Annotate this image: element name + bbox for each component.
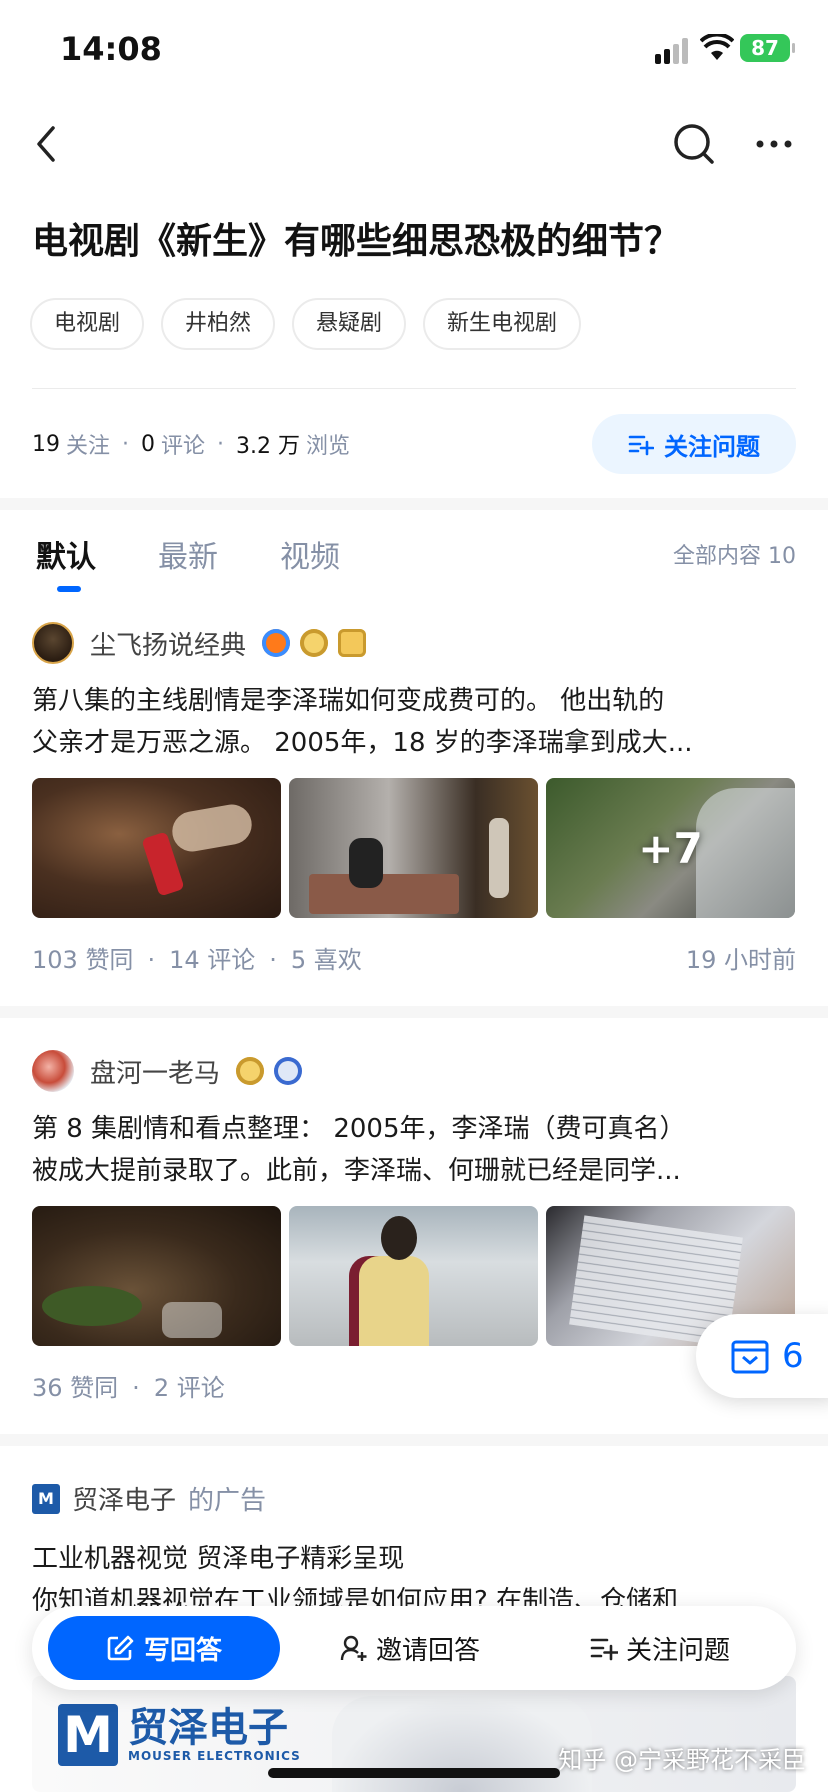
- excerpt-line: 被成大提前录取了。此前，李泽瑞、何珊就已经是同学...: [32, 1156, 681, 1186]
- excerpt-line: 父亲才是万恶之源。 2005年，18 岁的李泽瑞拿到成大...: [32, 728, 693, 758]
- answer-comments: 2 评论: [153, 1374, 225, 1402]
- answer-likes: 36 赞同: [32, 1374, 119, 1402]
- advertiser-logo: M: [32, 1483, 60, 1514]
- floating-count: 6: [782, 1336, 804, 1376]
- bottom-follow-label: 关注问题: [626, 1635, 731, 1666]
- more-images-count: +7: [638, 823, 703, 873]
- answer-image[interactable]: [32, 778, 281, 918]
- comments-label: 评论: [161, 434, 206, 459]
- answer-meta: 36 赞同 · 2 评论: [32, 1374, 225, 1402]
- answer-image[interactable]: [289, 1206, 538, 1346]
- followers-label: 关注: [66, 434, 111, 459]
- tab-video[interactable]: 视频: [280, 532, 340, 576]
- avatar[interactable]: [32, 622, 74, 664]
- views-label: 浏览: [306, 434, 351, 459]
- answer-comments: 14 评论: [169, 946, 256, 974]
- tab-latest[interactable]: 最新: [158, 532, 218, 576]
- floating-collapse-button[interactable]: 6: [696, 1314, 828, 1398]
- section-separator: [0, 1434, 828, 1446]
- answer-author[interactable]: 盘河一老马: [32, 1050, 303, 1092]
- section-separator: [0, 498, 828, 510]
- advertiser-name[interactable]: 贸泽电子: [72, 1480, 176, 1517]
- topic-tag[interactable]: 井柏然: [161, 298, 276, 350]
- tab-default[interactable]: 默认: [36, 532, 96, 576]
- edit-icon: [107, 1635, 134, 1661]
- battery-indicator: 87: [740, 34, 795, 62]
- follow-add-icon: [628, 435, 654, 456]
- honor-badge-icon: [338, 629, 367, 657]
- divider: [32, 388, 796, 389]
- bottom-follow-button[interactable]: 关注问题: [590, 1606, 730, 1690]
- write-answer-label: 写回答: [143, 1635, 222, 1666]
- answer-likes: 103 赞同: [32, 946, 134, 974]
- ad-title[interactable]: 工业机器视觉 贸泽电子精彩呈现: [32, 1538, 404, 1575]
- excerpt-line: 第 8 集剧情和看点整理： 2005年，李泽瑞（费可真名）: [32, 1114, 686, 1144]
- level-badge-icon: [236, 1057, 265, 1085]
- total-content-count[interactable]: 全部内容 10: [673, 538, 796, 570]
- excerpt-line: 第八集的主线剧情是李泽瑞如何变成费可的。 他出轨的: [32, 686, 665, 716]
- more-icon[interactable]: [748, 118, 800, 170]
- section-separator: [0, 1006, 828, 1018]
- invite-answer-label: 邀请回答: [376, 1635, 481, 1666]
- answer-time: 19 小时前: [685, 946, 796, 974]
- answer-images: +7: [32, 778, 796, 918]
- answer-author[interactable]: 尘飞扬说经典: [32, 622, 367, 664]
- answer-image[interactable]: [289, 778, 538, 918]
- level-badge-icon: [300, 629, 329, 657]
- comments-count: 0: [141, 431, 156, 457]
- ad-header[interactable]: M 贸泽电子 的广告: [32, 1480, 266, 1517]
- follow-question-label: 关注问题: [664, 432, 760, 461]
- mouser-logo: M 贸泽电子 MOUSER ELECTRONICS: [58, 1704, 301, 1766]
- question-stats: 19 关注 · 0 评论 · 3.2 万 浏览: [32, 428, 350, 460]
- write-answer-button[interactable]: 写回答: [48, 1616, 280, 1680]
- question-tags: 电视剧 井柏然 悬疑剧 新生电视剧: [30, 298, 582, 350]
- answer-image[interactable]: [32, 1206, 281, 1346]
- followers-count: 19: [32, 431, 60, 457]
- banner-mark: M: [58, 1704, 118, 1766]
- top-nav: [0, 100, 828, 184]
- avatar[interactable]: [32, 1050, 74, 1092]
- banner-sub: MOUSER ELECTRONICS: [128, 1749, 301, 1763]
- banner-name: 贸泽电子: [128, 1705, 288, 1751]
- invite-answer-button[interactable]: 邀请回答: [340, 1606, 480, 1690]
- status-time: 14:08: [60, 30, 162, 68]
- topic-tag[interactable]: 电视剧: [30, 298, 145, 350]
- author-name[interactable]: 尘飞扬说经典: [90, 625, 246, 662]
- invite-user-icon: [340, 1635, 367, 1661]
- member-badge-icon: [274, 1057, 303, 1085]
- back-icon[interactable]: [20, 118, 72, 170]
- ad-label: 的广告: [188, 1486, 267, 1516]
- follow-question-button[interactable]: 关注问题: [592, 414, 796, 474]
- topic-tag[interactable]: 悬疑剧: [292, 298, 407, 350]
- answer-excerpt[interactable]: 第八集的主线剧情是李泽瑞如何变成费可的。 他出轨的 父亲才是万恶之源。 2005…: [32, 680, 796, 764]
- answer-image[interactable]: +7: [546, 778, 795, 918]
- page: 14:08 87 电视剧《新生》有哪些细思恐极的细节？ 电视剧 井柏然 悬疑剧 …: [0, 0, 828, 1792]
- active-tab-indicator: [57, 586, 81, 592]
- cellular-signal-icon: [655, 38, 689, 64]
- watermark: 知乎 @宁采野花不采臣: [558, 1746, 806, 1774]
- search-icon[interactable]: [668, 118, 720, 170]
- inbox-icon: [731, 1340, 769, 1374]
- home-indicator[interactable]: [268, 1768, 560, 1778]
- question-title: 电视剧《新生》有哪些细思恐极的细节？: [32, 221, 681, 262]
- answer-images: [32, 1206, 796, 1346]
- follow-add-icon: [590, 1638, 618, 1661]
- answer-favorites: 5 喜欢: [290, 946, 362, 974]
- answer-meta: 103 赞同 · 14 评论 · 5 喜欢: [32, 946, 362, 974]
- answer-excerpt[interactable]: 第 8 集剧情和看点整理： 2005年，李泽瑞（费可真名） 被成大提前录取了。此…: [32, 1108, 796, 1192]
- wifi-icon: [700, 34, 734, 60]
- views-count: 3.2 万: [236, 434, 301, 459]
- topic-tag[interactable]: 新生电视剧: [423, 298, 582, 350]
- status-bar: 14:08 87: [0, 0, 828, 100]
- bottom-action-bar: 写回答 邀请回答 关注问题: [32, 1606, 796, 1690]
- author-name[interactable]: 盘河一老马: [90, 1053, 220, 1090]
- creator-badge-icon: [262, 629, 291, 657]
- answer-card[interactable]: 尘飞扬说经典 第八集的主线剧情是李泽瑞如何变成费可的。 他出轨的 父亲才是万恶之…: [0, 622, 828, 992]
